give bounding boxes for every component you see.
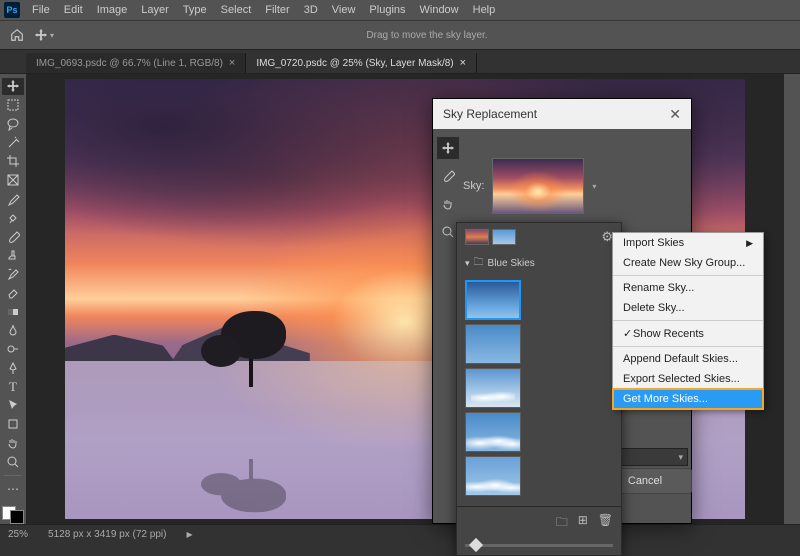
menu-type[interactable]: Type (177, 2, 213, 18)
color-swatches[interactable] (2, 506, 24, 524)
document-tabs: IMG_0693.psdc @ 66.7% (Line 1, RGB/8) × … (0, 50, 800, 74)
wand-tool[interactable] (2, 134, 24, 151)
sky-presets-panel: ⚙ ▾ 🗀 Blue Skies 🗀 ⊞ 🗑 (456, 222, 622, 556)
lasso-tool[interactable] (2, 116, 24, 133)
recent-sky-thumb[interactable] (492, 229, 516, 245)
eraser-tool[interactable] (2, 284, 24, 301)
dialog-brush-tool[interactable] (437, 165, 459, 187)
blur-tool[interactable] (2, 322, 24, 339)
app-logo: Ps (4, 2, 20, 18)
menu-import-skies[interactable]: Import Skies▶ (613, 233, 763, 253)
healing-tool[interactable] (2, 209, 24, 226)
chevron-right-icon: ▶ (746, 238, 753, 249)
stamp-tool[interactable] (2, 247, 24, 264)
menubar: Ps File Edit Image Layer Type Select Fil… (0, 0, 800, 20)
type-tool[interactable]: T (2, 378, 24, 395)
dialog-move-tool[interactable] (437, 137, 459, 159)
sky-preset-tile[interactable] (465, 280, 521, 320)
move-tool[interactable] (2, 78, 24, 95)
eyedropper-tool[interactable] (2, 191, 24, 208)
dialog-hand-tool[interactable] (437, 193, 459, 215)
right-panel-collapsed[interactable] (784, 74, 800, 524)
dialog-title-label: Sky Replacement (443, 107, 537, 121)
menu-show-recents[interactable]: ✓Show Recents (613, 323, 763, 344)
tab-document-1[interactable]: IMG_0693.psdc @ 66.7% (Line 1, RGB/8) × (26, 53, 246, 73)
chevron-right-icon[interactable]: ▶ (186, 530, 192, 539)
dropdown-field[interactable]: ▾ (612, 448, 688, 466)
sky-preview-thumb[interactable] (492, 158, 584, 214)
sky-preset-tile[interactable] (465, 324, 521, 364)
menu-image[interactable]: Image (91, 2, 134, 18)
dialog-titlebar[interactable]: Sky Replacement ✕ (433, 99, 691, 129)
menu-export-selected-skies[interactable]: Export Selected Skies... (613, 369, 763, 389)
dodge-tool[interactable] (2, 341, 24, 358)
gradient-tool[interactable] (2, 303, 24, 320)
pen-tool[interactable] (2, 359, 24, 376)
check-icon: ✓ (623, 327, 633, 340)
menu-separator (613, 320, 763, 321)
tools-panel: T ⋯ (0, 74, 26, 524)
menu-window[interactable]: Window (414, 2, 465, 18)
preset-group-label: Blue Skies (488, 258, 535, 269)
tab-label: IMG_0693.psdc @ 66.7% (Line 1, RGB/8) (36, 58, 223, 69)
add-icon[interactable]: ⊞ (578, 513, 588, 534)
folder-icon: 🗀 (474, 255, 484, 272)
home-icon[interactable] (8, 26, 26, 44)
recent-sky-thumb[interactable] (465, 229, 489, 245)
crop-tool[interactable] (2, 153, 24, 170)
sky-preset-tile[interactable] (465, 368, 521, 408)
menu-view[interactable]: View (326, 2, 362, 18)
close-icon[interactable]: × (460, 57, 466, 69)
preset-group-header[interactable]: ▾ 🗀 Blue Skies (457, 251, 621, 276)
background-swatch[interactable] (10, 510, 24, 524)
tab-label: IMG_0720.psdc @ 25% (Sky, Layer Mask/8) (256, 58, 453, 69)
menu-edit[interactable]: Edit (58, 2, 89, 18)
history-brush-tool[interactable] (2, 266, 24, 283)
chevron-down-icon: ▾ (465, 258, 470, 269)
presets-context-menu: Import Skies▶ Create New Sky Group... Re… (612, 232, 764, 410)
tab-document-2[interactable]: IMG_0720.psdc @ 25% (Sky, Layer Mask/8) … (246, 53, 477, 73)
menu-plugins[interactable]: Plugins (363, 2, 411, 18)
sky-preset-tile[interactable] (465, 412, 521, 452)
move-tool-icon[interactable]: ▾ (34, 28, 54, 42)
chevron-down-icon[interactable]: ▾ (592, 182, 596, 191)
shape-tool[interactable] (2, 416, 24, 433)
menu-append-default-skies[interactable]: Append Default Skies... (613, 349, 763, 369)
zoom-tool[interactable] (2, 453, 24, 470)
path-select-tool[interactable] (2, 397, 24, 414)
document-info: 5128 px x 3419 px (72 ppi) (48, 529, 166, 540)
menu-help[interactable]: Help (467, 2, 502, 18)
sky-label: Sky: (463, 180, 484, 192)
status-bar: 25% 5128 px x 3419 px (72 ppi) ▶ (0, 524, 800, 544)
menu-separator (613, 346, 763, 347)
menu-get-more-skies[interactable]: Get More Skies... (613, 389, 763, 409)
options-bar: ▾ Drag to move the sky layer. (0, 20, 800, 50)
menu-file[interactable]: File (26, 2, 56, 18)
edit-toolbar[interactable]: ⋯ (2, 481, 24, 498)
menu-delete-sky[interactable]: Delete Sky... (613, 298, 763, 318)
sky-preset-tile[interactable] (465, 456, 521, 496)
frame-tool[interactable] (2, 172, 24, 189)
zoom-level[interactable]: 25% (8, 529, 28, 540)
options-hint: Drag to move the sky layer. (62, 30, 792, 41)
marquee-tool[interactable] (2, 97, 24, 114)
menu-filter[interactable]: Filter (259, 2, 295, 18)
thumbnail-size-slider[interactable] (457, 540, 621, 555)
menu-separator (613, 275, 763, 276)
menu-create-sky-group[interactable]: Create New Sky Group... (613, 253, 763, 273)
brush-tool[interactable] (2, 228, 24, 245)
folder-icon[interactable]: 🗀 (556, 513, 568, 534)
menu-3d[interactable]: 3D (298, 2, 324, 18)
close-icon[interactable]: ✕ (669, 106, 681, 123)
close-icon[interactable]: × (229, 57, 235, 69)
menu-layer[interactable]: Layer (135, 2, 175, 18)
menu-select[interactable]: Select (215, 2, 258, 18)
hand-tool[interactable] (2, 435, 24, 452)
trash-icon[interactable]: 🗑 (598, 513, 613, 534)
menu-rename-sky[interactable]: Rename Sky... (613, 278, 763, 298)
